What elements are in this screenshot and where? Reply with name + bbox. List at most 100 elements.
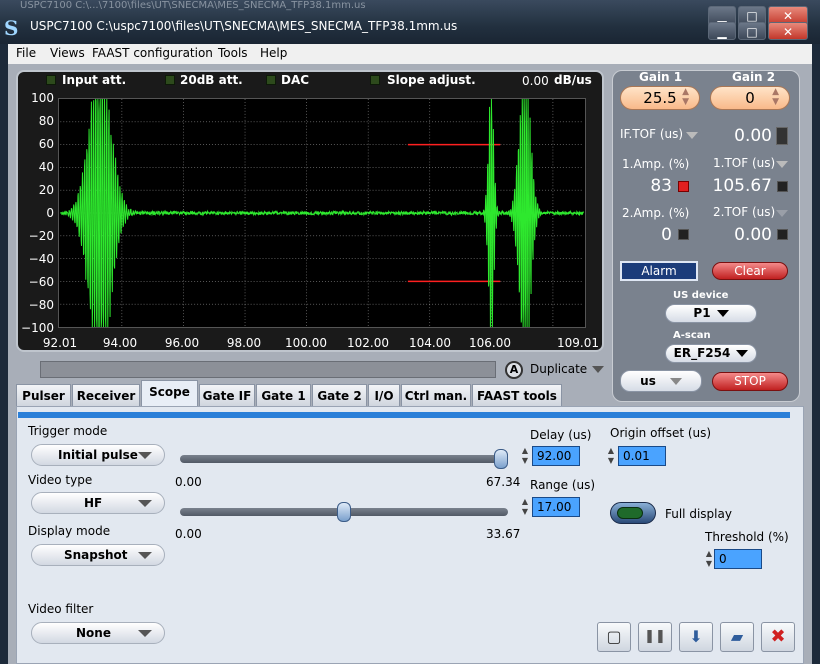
gain1-spinner[interactable]: 25.5 ▲ ▼ (620, 86, 700, 110)
inner-restore-button[interactable]: □ (738, 22, 766, 40)
x-tick-label: 94.00 (102, 336, 138, 350)
y-tick-label: −80 (28, 298, 54, 312)
menu-tools[interactable]: Tools (218, 46, 248, 60)
ascan-trace (60, 99, 584, 327)
spinner-arrows-icon[interactable]: ▲ ▼ (772, 87, 779, 107)
tab-ctrl-man[interactable]: Ctrl man. (401, 384, 471, 408)
origin-offset-input[interactable]: 0.01 (618, 446, 666, 466)
gain2-label: Gain 2 (732, 70, 776, 84)
delay-slider-thumb[interactable] (494, 449, 508, 469)
chevron-down-icon (138, 452, 152, 459)
tab-faast-tools[interactable]: FAAST tools (472, 384, 562, 408)
amp2-led (678, 229, 689, 240)
slope-unit: dB/us (554, 73, 592, 87)
inner-minimize-button[interactable]: ▁ (708, 22, 736, 40)
display-mode-label: Display mode (28, 524, 111, 538)
full-display-label: Full display (665, 507, 732, 521)
duplicate-chevron-icon[interactable] (592, 366, 604, 373)
dac-led[interactable] (266, 75, 276, 85)
20db-att-label: 20dB att. (180, 73, 243, 87)
folder-icon[interactable]: ▰ (720, 622, 754, 652)
x-tick-label: 98.00 (226, 336, 262, 350)
tab-gate-if[interactable]: Gate IF (199, 384, 255, 408)
chevron-down-icon (138, 552, 152, 559)
range-input[interactable]: 17.00 (532, 497, 580, 517)
scope-status-bar (40, 361, 496, 378)
toggle-indicator-icon (617, 507, 643, 519)
threshold-input[interactable]: 0 (714, 549, 762, 569)
inner-close-button[interactable]: ✕ (768, 22, 808, 40)
menu-help[interactable]: Help (260, 46, 287, 60)
gain2-spinner[interactable]: 0 ▲ ▼ (710, 86, 790, 110)
tab-receiver[interactable]: Receiver (72, 384, 140, 408)
gain2-value: 0 (745, 89, 755, 107)
iftof-spinner-icon[interactable] (776, 127, 788, 145)
ascan-select[interactable]: ER_F254 (665, 344, 757, 363)
menu-bar: File Views FAAST configuration Tools Hel… (8, 44, 812, 64)
background-window-title: USPC7100 C:\...\7100\files\UT\SNECMA\MES… (20, 0, 366, 11)
delay-spinner-arrows-icon[interactable]: ▲ ▼ (520, 446, 530, 466)
delay-label: Delay (us) (530, 428, 592, 442)
alarm-button[interactable]: Alarm (620, 261, 698, 281)
delay-input[interactable]: 92.00 (532, 446, 580, 466)
ascan-plot[interactable] (58, 98, 586, 328)
pause-icon[interactable]: ❚❚ (638, 622, 672, 652)
trigger-mode-select[interactable]: Initial pulse (31, 444, 165, 466)
y-tick-label: 0 (46, 206, 54, 220)
slope-adjust-led[interactable] (370, 75, 380, 85)
video-type-label: Video type (28, 473, 93, 487)
us-device-value: P1 (693, 306, 711, 320)
amp1-alarm-led (678, 181, 689, 192)
video-filter-label: Video filter (28, 602, 94, 616)
tof1-value: 105.67 (712, 176, 772, 196)
tof2-value: 0.00 (734, 225, 772, 245)
import-icon[interactable]: ⬇ (679, 622, 713, 652)
ascan-label: A-scan (673, 330, 711, 341)
menu-views[interactable]: Views (50, 46, 85, 60)
unit-select[interactable]: us (620, 370, 702, 392)
20db-att-led[interactable] (165, 75, 175, 85)
frame-icon[interactable]: ▢ (597, 622, 631, 652)
threshold-spinner-arrows-icon[interactable]: ▲ ▼ (704, 549, 714, 569)
video-filter-select[interactable]: None (31, 622, 165, 644)
delete-icon[interactable]: ✖ (761, 622, 795, 652)
y-tick-label: 80 (38, 114, 54, 128)
delay-max-label: 67.34 (486, 475, 521, 489)
tab-gate-1[interactable]: Gate 1 (256, 384, 311, 408)
y-tick-label: −40 (28, 252, 54, 266)
y-tick-label: 20 (38, 183, 54, 197)
us-device-select[interactable]: P1 (665, 304, 757, 323)
menu-file[interactable]: File (16, 46, 36, 60)
menu-faast-configuration[interactable]: FAAST configuration (92, 46, 213, 60)
x-tick-label: 96.00 (164, 336, 200, 350)
input-att-led[interactable] (46, 75, 56, 85)
display-mode-select[interactable]: Snapshot (31, 544, 165, 566)
duplicate-icon[interactable]: A (505, 361, 523, 379)
tof1-dropdown-icon[interactable] (776, 161, 788, 168)
clear-button[interactable]: Clear (712, 262, 788, 280)
full-display-toggle[interactable] (610, 502, 656, 524)
tab-io[interactable]: I/O (368, 384, 400, 408)
spinner-arrows-icon[interactable]: ▲ ▼ (682, 87, 689, 107)
chevron-down-icon (138, 630, 152, 637)
chevron-down-icon (716, 310, 729, 317)
tab-gate-2[interactable]: Gate 2 (312, 384, 367, 408)
x-tick-label: 102.00 (347, 336, 389, 350)
amp1-value: 83 (650, 176, 672, 196)
iftof-dropdown-icon[interactable] (686, 132, 698, 139)
range-slider-thumb[interactable] (337, 502, 351, 522)
x-tick-label: 104.00 (409, 336, 451, 350)
trigger-mode-value: Initial pulse (58, 448, 138, 462)
range-spinner-arrows-icon[interactable]: ▲ ▼ (520, 497, 530, 517)
origin-offset-spinner-arrows-icon[interactable]: ▲ ▼ (606, 446, 616, 466)
tab-pulser[interactable]: Pulser (16, 384, 71, 408)
trigger-mode-label: Trigger mode (28, 424, 108, 438)
video-type-select[interactable]: HF (31, 492, 165, 514)
y-tick-label: 60 (38, 137, 54, 151)
tof2-dropdown-icon[interactable] (776, 210, 788, 217)
stop-button[interactable]: STOP (712, 372, 788, 391)
slope-adjust-label: Slope adjust. (387, 73, 476, 87)
tab-scope[interactable]: Scope (141, 380, 198, 408)
tof1-label: 1.TOF (us) (713, 156, 776, 170)
delay-slider-track[interactable] (180, 455, 508, 463)
